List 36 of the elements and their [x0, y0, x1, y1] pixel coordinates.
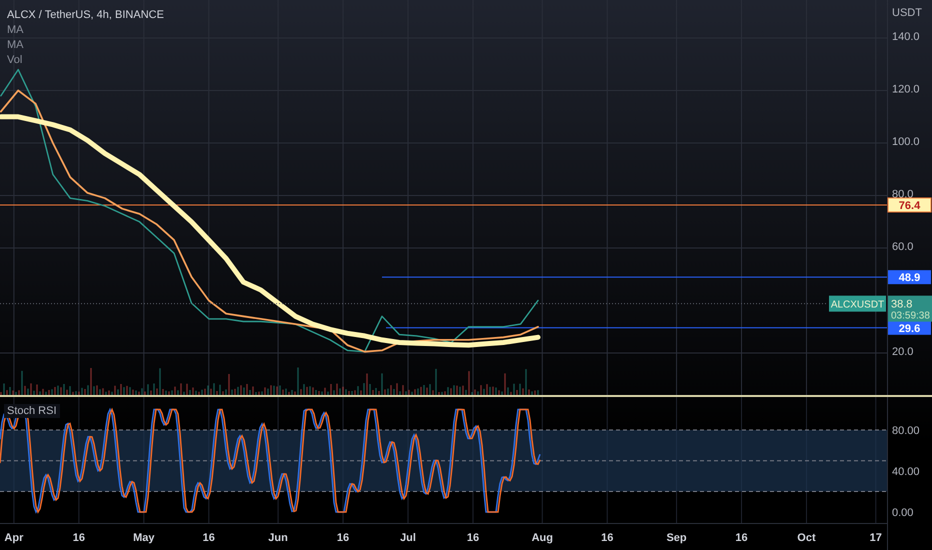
indicator-axis-label: 80.00 — [892, 425, 920, 437]
time-axis-label: Jun — [268, 532, 288, 544]
time-axis-label: 17 — [870, 532, 882, 544]
time-axis-label: 16 — [601, 532, 614, 544]
chart-title: ALCX / TetherUS, 4h, BINANCE — [7, 9, 164, 22]
time-axis-label: 16 — [72, 532, 85, 544]
time-axis-label: 16 — [202, 532, 215, 544]
price-tag: 48.9 — [888, 270, 931, 284]
currency-label: USDT — [892, 7, 922, 19]
time-axis-label: Aug — [532, 532, 553, 544]
price-axis-label: 100.0 — [892, 136, 920, 148]
time-axis-label: Sep — [666, 532, 687, 544]
time-axis-label: 16 — [336, 532, 350, 544]
time-axis-label: May — [133, 532, 155, 544]
ref-line-label: 29.6 — [898, 322, 920, 335]
indicator-axis-label: 40.00 — [892, 466, 920, 478]
time-axis-label: 16 — [735, 532, 748, 544]
price-axis-label: 140.0 — [892, 31, 920, 44]
time-axis-label: Oct — [797, 532, 816, 544]
indicator-label[interactable]: MA — [7, 39, 164, 52]
last-price-tag: 38.8 03:59:38 — [888, 296, 932, 322]
price-axis-label: 60.0 — [892, 241, 914, 254]
indicator-label[interactable]: MA — [7, 24, 164, 37]
time-axis-label: Apr — [4, 532, 24, 544]
time-axis-label: 16 — [466, 532, 480, 544]
symbol-tag: ALCXUSDT — [829, 296, 886, 312]
indicator-axis-label: 0.00 — [892, 507, 914, 519]
ref-line-label: 76.4 — [898, 200, 922, 212]
price-tag: 29.6 — [888, 320, 931, 335]
price-axis-label: 20.0 — [892, 346, 914, 358]
indicator-label[interactable]: Vol — [7, 54, 164, 67]
time-axis-label: Jul — [400, 532, 416, 544]
indicator-label[interactable]: Stoch RSI — [4, 404, 60, 418]
price-tag: 76.4 — [888, 197, 932, 212]
price-axis-label: 120.0 — [892, 84, 920, 96]
ref-line-label: 48.9 — [898, 272, 920, 284]
